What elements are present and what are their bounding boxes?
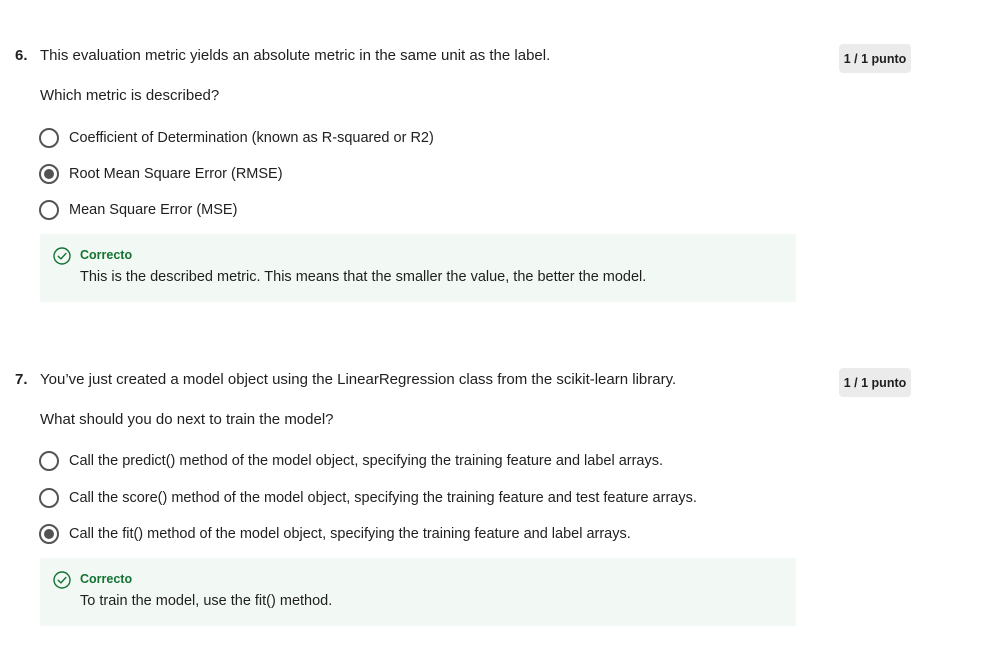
answer-option-label: Call the predict() method of the model o… bbox=[69, 453, 664, 469]
radio-button-checked[interactable] bbox=[39, 164, 59, 184]
answer-option-selected[interactable]: Call the fit() method of the model objec… bbox=[39, 523, 631, 545]
answer-option-label: Call the score() method of the model obj… bbox=[69, 490, 697, 506]
answer-option[interactable]: Call the predict() method of the model o… bbox=[39, 450, 663, 472]
feedback-panel: Correcto To train the model, use the fit… bbox=[40, 558, 796, 626]
question-number: 7. bbox=[15, 371, 28, 388]
question-number: 6. bbox=[15, 47, 28, 64]
radio-button[interactable] bbox=[39, 488, 59, 508]
answer-option[interactable]: Mean Square Error (MSE) bbox=[39, 199, 237, 221]
check-circle-icon bbox=[53, 571, 71, 589]
answer-option-label: Call the fit() method of the model objec… bbox=[69, 526, 631, 542]
question-subprompt: Which metric is described? bbox=[40, 87, 220, 104]
radio-button[interactable] bbox=[39, 451, 59, 471]
radio-button[interactable] bbox=[39, 128, 59, 148]
radio-button[interactable] bbox=[39, 200, 59, 220]
answer-option[interactable]: Call the score() method of the model obj… bbox=[39, 487, 697, 509]
answer-option-selected[interactable]: Root Mean Square Error (RMSE) bbox=[39, 163, 283, 185]
answer-option-label: Coefficient of Determination (known as R… bbox=[69, 130, 434, 146]
score-badge: 1 / 1 punto bbox=[839, 368, 911, 397]
question-subprompt: What should you do next to train the mod… bbox=[40, 411, 334, 428]
feedback-text: To train the model, use the fit() method… bbox=[80, 593, 333, 609]
question-prompt: You’ve just created a model object using… bbox=[40, 371, 677, 388]
answer-option[interactable]: Coefficient of Determination (known as R… bbox=[39, 127, 434, 149]
feedback-text: This is the described metric. This means… bbox=[80, 269, 647, 285]
feedback-title: Correcto bbox=[80, 572, 133, 586]
feedback-title: Correcto bbox=[80, 248, 133, 262]
check-circle-icon bbox=[53, 247, 71, 265]
answer-option-label: Root Mean Square Error (RMSE) bbox=[69, 166, 283, 182]
radio-button-checked[interactable] bbox=[39, 524, 59, 544]
question-prompt: This evaluation metric yields an absolut… bbox=[40, 47, 551, 64]
feedback-panel: Correcto This is the described metric. T… bbox=[40, 234, 796, 302]
answer-option-label: Mean Square Error (MSE) bbox=[69, 202, 238, 218]
score-badge: 1 / 1 punto bbox=[839, 44, 911, 73]
